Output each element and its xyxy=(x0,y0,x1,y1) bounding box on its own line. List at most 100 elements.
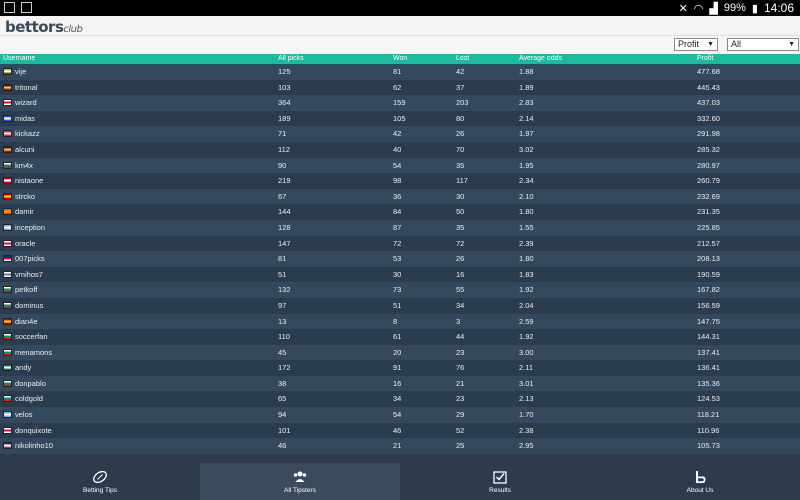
table-row[interactable]: inception 128 87 35 1.55 225.85 xyxy=(0,219,800,236)
header-all-picks[interactable]: All picks xyxy=(278,54,304,64)
bettors-club-logo[interactable]: bettorsclub xyxy=(5,18,83,36)
table-row[interactable]: oracle 147 72 72 2.39 212.57 xyxy=(0,235,800,252)
tab-betting-tips[interactable]: Betting Tips xyxy=(0,463,200,500)
table-row[interactable]: donquixote 101 46 52 2.38 110.96 xyxy=(0,422,800,439)
username[interactable]: inception xyxy=(15,220,45,236)
table-row[interactable]: vije 125 81 42 1.88 477.68 xyxy=(0,64,800,80)
username[interactable]: oracle xyxy=(15,236,35,252)
cell-lost: 3 xyxy=(456,316,461,326)
username[interactable]: petkoff xyxy=(15,282,37,298)
table-row[interactable]: soccerfan 110 61 44 1.92 144.31 xyxy=(0,329,800,345)
cell-won: 30 xyxy=(393,269,402,279)
table-row[interactable]: donpablo 38 16 21 3.01 135.36 xyxy=(0,375,800,392)
period-value: All xyxy=(731,39,742,49)
cell-average-odds: 1.55 xyxy=(519,222,534,232)
table-row[interactable]: andy 172 91 76 2.11 136.41 xyxy=(0,360,800,376)
cell-lost: 80 xyxy=(456,113,465,123)
table-row[interactable]: wizard 364 159 203 2.83 437.03 xyxy=(0,95,800,111)
header-username[interactable]: Username xyxy=(3,54,35,64)
header-average-odds[interactable]: Average odds xyxy=(519,54,562,64)
table-header: Username All picks Won Lost Average odds… xyxy=(0,54,800,64)
cell-profit: 285.32 xyxy=(697,144,720,154)
cell-won: 62 xyxy=(393,82,402,92)
cell-average-odds: 3.02 xyxy=(519,144,534,154)
table-row[interactable]: petkoff 132 73 55 1.92 167.82 xyxy=(0,282,800,298)
table-row[interactable]: km4x 90 54 35 1.95 280.97 xyxy=(0,157,800,174)
cell-lost: 26 xyxy=(456,254,465,264)
username[interactable]: donquixote xyxy=(15,423,52,439)
tab-about-us[interactable]: About Us xyxy=(600,463,800,500)
cell-profit: 332.60 xyxy=(697,113,720,123)
cell-all-picks: 110 xyxy=(278,332,290,342)
cell-profit: 231.35 xyxy=(697,207,720,217)
header-profit[interactable]: Profit xyxy=(697,54,713,64)
username[interactable]: dian4e xyxy=(15,314,38,330)
cell-profit: 167.82 xyxy=(697,285,720,295)
header-lost[interactable]: Lost xyxy=(456,54,469,64)
username[interactable]: andy xyxy=(15,360,31,376)
table-row[interactable]: kickazz 71 42 26 1.97 291.98 xyxy=(0,126,800,142)
username[interactable]: menamons xyxy=(15,345,52,361)
username[interactable]: alcuni xyxy=(15,142,35,158)
cell-all-picks: 144 xyxy=(278,207,291,217)
cell-all-picks: 128 xyxy=(278,222,291,232)
table-row[interactable]: tritonal 103 62 37 1.89 445.43 xyxy=(0,79,800,96)
username[interactable]: kickazz xyxy=(15,126,40,142)
cell-won: 87 xyxy=(393,222,402,232)
username[interactable]: dominus xyxy=(15,298,43,314)
table-row[interactable]: midas 189 105 80 2.14 332.60 xyxy=(0,110,800,127)
table-row[interactable]: menamons 45 20 23 3.00 137.41 xyxy=(0,344,800,361)
table-row[interactable]: dian4e 13 8 3 2.59 147.75 xyxy=(0,313,800,330)
table-row[interactable]: nikolinho10 46 21 25 2.95 105.73 xyxy=(0,438,800,454)
table-row[interactable]: nistaone 219 98 117 2.34 260.79 xyxy=(0,173,800,189)
period-select[interactable]: All ▼ xyxy=(727,38,799,51)
country-flag-icon xyxy=(3,286,12,294)
username[interactable]: 007picks xyxy=(15,251,45,267)
username[interactable]: soccerfan xyxy=(15,329,48,345)
username[interactable]: vmihos7 xyxy=(15,267,43,283)
cell-profit: 212.57 xyxy=(697,238,720,248)
country-flag-icon xyxy=(3,83,12,91)
table-row[interactable]: alcuni 112 40 70 3.02 285.32 xyxy=(0,141,800,158)
table-row[interactable]: dominus 97 51 34 2.04 156.59 xyxy=(0,297,800,314)
cell-average-odds: 1.92 xyxy=(519,332,534,342)
app-bar: bettorsclub xyxy=(0,16,800,36)
username[interactable]: donpablo xyxy=(15,376,46,392)
tab-label: Betting Tips xyxy=(83,487,117,494)
username[interactable]: nistaone xyxy=(15,173,43,189)
username[interactable]: vije xyxy=(15,64,26,80)
cell-lost: 117 xyxy=(456,176,468,186)
cell-won: 40 xyxy=(393,144,402,154)
tab-results[interactable]: Results xyxy=(400,463,600,500)
sort-by-select[interactable]: Profit ▼ xyxy=(674,38,718,51)
table-row[interactable]: 007picks 81 53 26 1.80 208.13 xyxy=(0,251,800,267)
cell-all-picks: 94 xyxy=(278,410,287,420)
cell-all-picks: 189 xyxy=(278,113,291,123)
status-bar: ✕ ◠ ▟ 99% ▮ 14:06 xyxy=(0,0,800,16)
username[interactable]: nikolinho10 xyxy=(15,438,53,454)
username[interactable]: velos xyxy=(15,407,33,423)
username[interactable]: tritonal xyxy=(15,80,38,96)
country-flag-icon xyxy=(3,317,12,325)
table-row[interactable]: damir 144 84 50 1.80 231.35 xyxy=(0,204,800,220)
username[interactable]: wizard xyxy=(15,95,37,111)
cell-won: 91 xyxy=(393,363,402,373)
cell-average-odds: 2.34 xyxy=(519,176,534,186)
cell-won: 46 xyxy=(393,425,402,435)
cell-all-picks: 51 xyxy=(278,269,287,279)
username[interactable]: strcko xyxy=(15,189,35,205)
tab-all-tipsters[interactable]: All Tipsters xyxy=(200,463,400,500)
table-row[interactable]: strcko 67 36 30 2.10 232.69 xyxy=(0,188,800,205)
table-row[interactable]: coldgold 65 34 23 2.13 124.53 xyxy=(0,391,800,408)
table-row[interactable]: vmihos7 51 30 16 1.83 190.59 xyxy=(0,266,800,283)
cell-profit: 260.79 xyxy=(697,176,720,186)
username[interactable]: midas xyxy=(15,111,35,127)
cell-average-odds: 1.80 xyxy=(519,254,534,264)
username[interactable]: coldgold xyxy=(15,391,43,407)
header-won[interactable]: Won xyxy=(393,54,407,64)
username[interactable]: km4x xyxy=(15,158,33,174)
username[interactable]: damir xyxy=(15,204,34,220)
cell-won: 54 xyxy=(393,410,402,420)
cell-all-picks: 125 xyxy=(278,67,291,76)
table-row[interactable]: velos 94 54 29 1.70 118.21 xyxy=(0,407,800,423)
